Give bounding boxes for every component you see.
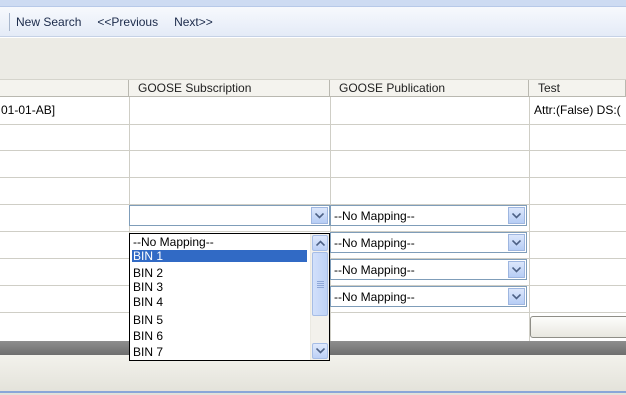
chevron-down-icon[interactable]	[508, 234, 525, 251]
goose-publication-dropdown[interactable]: --No Mapping--	[330, 205, 527, 226]
option-bin-4[interactable]: BIN 4	[132, 296, 307, 308]
chevron-up-icon	[315, 240, 325, 246]
status-bar-accent-line	[0, 391, 626, 393]
option-bin-5[interactable]: BIN 5	[132, 314, 307, 326]
chevron-down-icon[interactable]	[311, 207, 328, 224]
toolbar-separator	[9, 12, 10, 31]
navigation-toolbar: New Search <<Previous Next>>	[0, 7, 626, 37]
option-bin-3[interactable]: BIN 3	[132, 281, 307, 293]
goose-publication-dropdown[interactable]: --No Mapping--	[330, 232, 527, 253]
chevron-down-icon[interactable]	[508, 288, 525, 305]
goose-subscription-dropdown[interactable]	[129, 205, 330, 226]
chevron-down-icon	[315, 348, 325, 354]
goose-publication-value: --No Mapping--	[334, 209, 415, 223]
chevron-down-icon[interactable]	[508, 261, 525, 278]
next-button[interactable]: Next>>	[174, 15, 213, 29]
scroll-down-button[interactable]	[312, 343, 328, 359]
row-divider	[0, 124, 626, 125]
option-no-mapping[interactable]: --No Mapping--	[132, 236, 307, 248]
previous-button[interactable]: <<Previous	[97, 15, 158, 29]
goose-publication-dropdown[interactable]: --No Mapping--	[330, 286, 527, 307]
goose-subscription-options-list[interactable]: --No Mapping-- BIN 1 BIN 2 BIN 3 BIN 4 B…	[129, 233, 330, 361]
column-header-goose-publication[interactable]: GOOSE Publication	[330, 80, 529, 97]
row-divider	[0, 177, 626, 178]
goose-publication-value: --No Mapping--	[334, 290, 415, 304]
option-bin-2[interactable]: BIN 2	[132, 267, 307, 279]
row-id-cell: 01-01-AB]	[1, 103, 56, 117]
column-header-id[interactable]	[0, 80, 129, 97]
column-header-goose-subscription[interactable]: GOOSE Subscription	[129, 80, 330, 97]
goose-publication-value: --No Mapping--	[334, 236, 415, 250]
scrollbar-thumb[interactable]	[312, 252, 328, 316]
grid-action-button[interactable]	[530, 316, 626, 338]
row-divider	[0, 150, 626, 151]
filter-panel	[0, 38, 626, 80]
new-search-button[interactable]: New Search	[16, 15, 81, 29]
row-divider	[0, 231, 626, 232]
option-bin-6[interactable]: BIN 6	[132, 330, 307, 342]
goose-publication-value: --No Mapping--	[334, 263, 415, 277]
window-top-stripe	[0, 0, 626, 7]
scroll-up-button[interactable]	[312, 235, 328, 251]
options-scrollbar[interactable]	[310, 234, 329, 360]
chevron-down-icon[interactable]	[508, 207, 525, 224]
goose-publication-dropdown[interactable]: --No Mapping--	[330, 259, 527, 280]
row-test-cell: Attr:(False) DS:(	[534, 103, 621, 117]
option-bin-1[interactable]: BIN 1	[132, 250, 307, 262]
option-bin-7[interactable]: BIN 7	[132, 346, 307, 358]
status-bar	[0, 355, 626, 395]
column-header-test[interactable]: Test	[529, 80, 626, 97]
column-divider	[529, 97, 530, 341]
